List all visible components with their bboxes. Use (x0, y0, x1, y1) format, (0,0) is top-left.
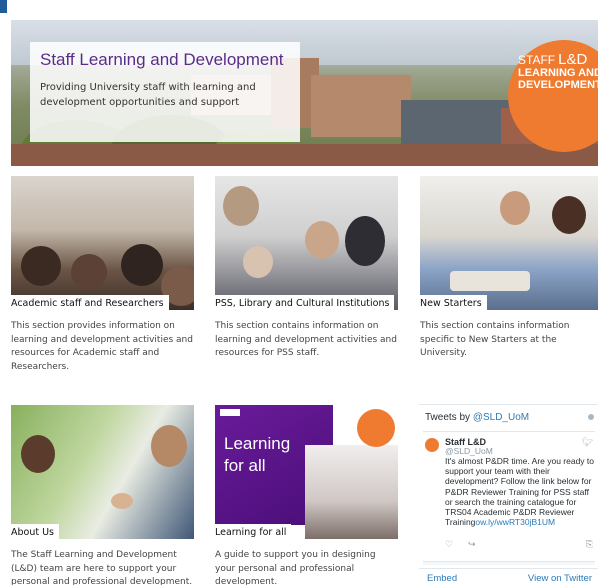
card-description: This section provides information on lea… (11, 321, 193, 372)
share-icon[interactable]: ↪ (468, 540, 476, 550)
card-about-us[interactable]: About Us The Staff Learning and Developm… (11, 405, 194, 585)
hero-banner: Staff Learning and Development Providing… (11, 20, 598, 166)
twitter-timeline-widget: Tweets by @SLD_UoM Staff L&D @SLD_UoM 🐦︎… (419, 404, 598, 585)
tweet-link[interactable]: ow.ly/wwRT30jB1UM (475, 517, 555, 527)
embed-link[interactable]: Embed (427, 573, 457, 584)
card-caption[interactable]: About Us (11, 524, 60, 539)
tweet-author-handle[interactable]: @SLD_UoM (445, 446, 493, 456)
card-new-starters[interactable]: New Starters This section contains infor… (420, 176, 598, 361)
hero-subtitle: Providing University staff with learning… (40, 82, 256, 108)
cover-title: Learning for all (224, 434, 291, 475)
twitter-header: Tweets by @SLD_UoM (425, 412, 530, 423)
card-caption[interactable]: Learning for all (215, 524, 292, 539)
card-caption[interactable]: PSS, Library and Cultural Institutions (215, 295, 395, 310)
ld-mini-badge-icon (357, 409, 395, 447)
view-on-twitter-link[interactable]: View on Twitter (528, 573, 592, 584)
card-caption[interactable]: New Starters (420, 295, 487, 310)
new-starters-photo[interactable]: New Starters (420, 176, 598, 310)
university-logo (220, 409, 240, 416)
about-us-photo[interactable]: About Us (11, 405, 194, 539)
tweet: Staff L&D @SLD_UoM 🐦︎ It's almost P&DR t… (423, 431, 595, 559)
card-description: The Staff Learning and Development (L&D)… (11, 550, 193, 585)
pss-staff-photo[interactable]: PSS, Library and Cultural Institutions (215, 176, 398, 310)
card-academic-staff[interactable]: Academic staff and Researchers This sect… (11, 176, 194, 374)
like-icon[interactable]: ♡ (445, 540, 453, 550)
card-description: This section contains information on lea… (215, 321, 397, 358)
hero-card: Staff Learning and Development Providing… (30, 42, 300, 142)
avatar[interactable] (425, 438, 439, 452)
page-title: Staff Learning and Development (40, 50, 284, 69)
card-learning-for-all[interactable]: Learning for all Learning for all A guid… (215, 405, 398, 585)
info-icon[interactable] (588, 414, 594, 420)
copy-link-icon[interactable]: ⎘ (586, 540, 593, 550)
next-tweet-partial (423, 561, 595, 565)
twitter-handle-link[interactable]: @SLD_UoM (473, 412, 529, 423)
academic-staff-photo[interactable]: Academic staff and Researchers (11, 176, 194, 310)
tweet-text: It's almost P&DR time. Are you ready to … (445, 456, 595, 528)
card-description: This section contains information specif… (420, 321, 570, 358)
card-description: A guide to support you in designing your… (215, 550, 376, 585)
card-pss-library[interactable]: PSS, Library and Cultural Institutions T… (215, 176, 398, 361)
twitter-footer: Embed View on Twitter (419, 568, 598, 585)
twitter-bird-icon[interactable]: 🐦︎ (582, 438, 593, 448)
card-caption[interactable]: Academic staff and Researchers (11, 295, 169, 310)
top-accent-bar (0, 0, 7, 13)
learning-for-all-cover[interactable]: Learning for all Learning for all (215, 405, 398, 539)
